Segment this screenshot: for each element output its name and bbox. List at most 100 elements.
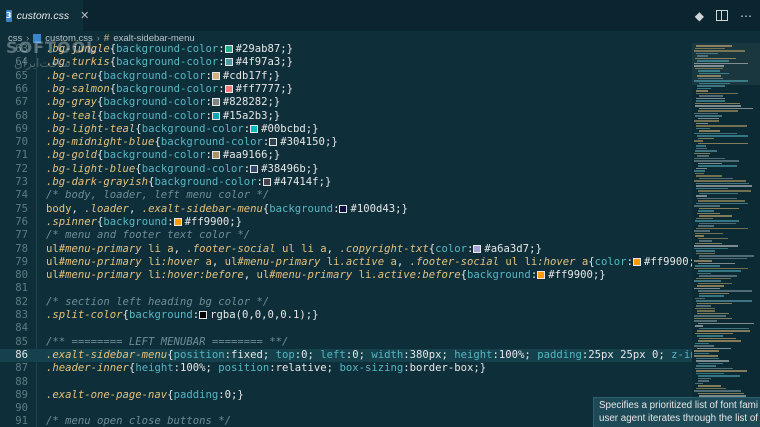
editor-actions: ◆ ⋯ bbox=[695, 0, 752, 31]
code-text: ul#menu-primary li:hover a, ul#menu-prim… bbox=[46, 256, 692, 269]
code-token: li a bbox=[141, 242, 174, 255]
tab-custom-css[interactable]: 3 custom.css ✕ bbox=[0, 0, 89, 31]
watermark-subtext: سافت‌ایران bbox=[14, 56, 71, 70]
code-token: .bg-dark-grayish bbox=[46, 176, 149, 188]
minimap-line bbox=[694, 120, 719, 122]
color-swatch-icon[interactable] bbox=[224, 84, 233, 93]
color-swatch-icon[interactable] bbox=[473, 244, 482, 253]
code-token: height bbox=[135, 362, 174, 375]
code-line[interactable]: 85 /** ======== LEFT MENUBAR ======== **/ bbox=[0, 336, 692, 349]
code-line[interactable]: 88 bbox=[0, 376, 692, 389]
minimap[interactable] bbox=[692, 43, 760, 427]
color-swatch-icon[interactable] bbox=[224, 45, 233, 53]
code-line[interactable]: 89 .exalt-one-page-nav{padding:0;} bbox=[0, 389, 692, 402]
minimap-line bbox=[696, 227, 748, 230]
code-line[interactable]: 78 ul#menu-primary li a, .footer-social u… bbox=[0, 243, 692, 256]
split-editor-icon[interactable] bbox=[716, 10, 728, 21]
minimap-line bbox=[699, 255, 754, 257]
code-line[interactable]: 83 .split-color{background: rgba(0,0,0,0.1… bbox=[0, 309, 692, 322]
code-editor[interactable]: 63 .bg-jungle{background-color: #29ab87;} 6… bbox=[0, 43, 692, 427]
code-text: .bg-light-teal{background-color: #00bcbd;… bbox=[46, 123, 319, 136]
code-line[interactable]: 66 .bg-salmon{background-color: #ff7777;} bbox=[0, 83, 692, 96]
minimap-line bbox=[699, 337, 736, 340]
more-icon[interactable]: ⋯ bbox=[740, 10, 752, 22]
code-line[interactable]: 69 .bg-light-teal{background-color: #00bcb… bbox=[0, 123, 692, 136]
code-line[interactable]: 73 .bg-dark-grayish{background-color: #474… bbox=[0, 176, 692, 189]
minimap-line bbox=[697, 212, 720, 215]
code-line[interactable]: 65 .bg-ecru{background-color: #cdb17f;} bbox=[0, 70, 692, 83]
minimap-line bbox=[699, 95, 723, 97]
breadcrumb-symbol[interactable]: exalt-sidebar-menu bbox=[113, 33, 194, 44]
color-swatch-icon[interactable] bbox=[250, 164, 259, 173]
color-swatch-icon[interactable] bbox=[632, 257, 641, 266]
source-control-icon[interactable]: ◆ bbox=[695, 10, 704, 22]
color-swatch-icon[interactable] bbox=[537, 271, 546, 280]
code-line[interactable]: 79 ul#menu-primary li:hover a, ul#menu-pr… bbox=[0, 256, 692, 269]
code-line[interactable]: 81 bbox=[0, 282, 692, 295]
code-line[interactable]: 63 .bg-jungle{background-color: #29ab87;} bbox=[0, 43, 692, 56]
minimap-line bbox=[695, 297, 705, 300]
minimap-line bbox=[699, 295, 724, 297]
code-line[interactable]: 90 bbox=[0, 402, 692, 415]
code-line[interactable]: 77 /* menu and footer text color */ bbox=[0, 229, 692, 242]
code-token: #ff9900 bbox=[184, 215, 230, 228]
color-swatch-icon[interactable] bbox=[211, 111, 220, 120]
code-line[interactable]: 72 .bg-light-blue{background-color: #38496… bbox=[0, 163, 692, 176]
color-swatch-icon[interactable] bbox=[173, 217, 182, 226]
color-swatch-icon[interactable] bbox=[250, 124, 259, 133]
code-token: ;} bbox=[280, 82, 294, 95]
minimap-line bbox=[696, 250, 715, 252]
line-number: 68 bbox=[15, 109, 28, 122]
code-line[interactable]: 74 /* body, loader, left menu color */ bbox=[0, 189, 692, 202]
line-number: 89 bbox=[15, 388, 28, 401]
minimap-line bbox=[695, 342, 709, 345]
color-swatch-icon[interactable] bbox=[211, 98, 220, 107]
color-swatch-icon[interactable] bbox=[211, 151, 220, 160]
minimap-line bbox=[695, 367, 733, 370]
code-token: background-color bbox=[103, 109, 206, 122]
minimap-line bbox=[696, 277, 731, 280]
code-line[interactable]: 80 ul#menu-primary li:hover:before, ul#me… bbox=[0, 269, 692, 282]
line-number: 80 bbox=[15, 269, 28, 282]
code-line[interactable]: 67 .bg-gray{background-color: #828282;} bbox=[0, 96, 692, 109]
code-line[interactable]: 68 .bg-teal{background-color: #15a2b3;} bbox=[0, 110, 692, 123]
color-swatch-icon[interactable] bbox=[262, 178, 271, 186]
code-line[interactable]: 86 .exalt-sidebar-menu{position:fixed; to… bbox=[0, 348, 692, 363]
minimap-line bbox=[697, 347, 731, 350]
code-token: color bbox=[594, 255, 627, 268]
minimap-line bbox=[697, 155, 709, 157]
code-token: :100%; bbox=[173, 362, 219, 375]
code-token: :100%; bbox=[492, 348, 538, 361]
code-line[interactable]: 75 body, .loader, .exalt-sidebar-menu{bac… bbox=[0, 203, 692, 216]
code-token: background-color bbox=[116, 56, 219, 69]
minimap-line bbox=[697, 312, 729, 315]
code-token: ul li bbox=[498, 255, 538, 268]
minimap-line bbox=[696, 370, 747, 372]
close-icon[interactable]: ✕ bbox=[80, 9, 89, 22]
minimap-line bbox=[698, 322, 754, 325]
color-swatch-icon[interactable] bbox=[224, 58, 233, 67]
color-swatch-icon[interactable] bbox=[211, 71, 220, 80]
code-token: body bbox=[46, 202, 72, 215]
color-swatch-icon[interactable] bbox=[199, 311, 208, 319]
minimap-line bbox=[694, 205, 720, 207]
code-token: background-color bbox=[116, 82, 219, 95]
code-token: .bg-ecru bbox=[46, 69, 98, 82]
code-line[interactable]: 70 .bg-midnight-blue{background-color: #30… bbox=[0, 136, 692, 149]
code-line[interactable]: 84 bbox=[0, 322, 692, 335]
minimap-line bbox=[695, 307, 715, 310]
code-token: #828282 bbox=[222, 96, 268, 109]
minimap-line bbox=[699, 130, 720, 132]
color-swatch-icon[interactable] bbox=[269, 138, 278, 147]
code-token: background bbox=[128, 309, 193, 321]
minimap-line bbox=[697, 197, 737, 200]
code-line[interactable]: 76 .spinner{background: #ff9900;} bbox=[0, 216, 692, 229]
code-token: .loader bbox=[84, 202, 129, 215]
color-swatch-icon[interactable] bbox=[339, 204, 348, 213]
code-line[interactable]: 71 .bg-gold{background-color: #aa9166;} bbox=[0, 149, 692, 162]
code-line[interactable]: 82 /* section left heading bg color */ bbox=[0, 296, 692, 309]
code-line[interactable]: 91 /* menu open close buttons */ bbox=[0, 415, 692, 427]
code-line[interactable]: 64 .bg-turkis{background-color: #4f97a3;} bbox=[0, 56, 692, 69]
code-token: .bg-gold bbox=[46, 149, 98, 162]
code-line[interactable]: 87 .header-inner{height:100%; position:re… bbox=[0, 362, 692, 375]
